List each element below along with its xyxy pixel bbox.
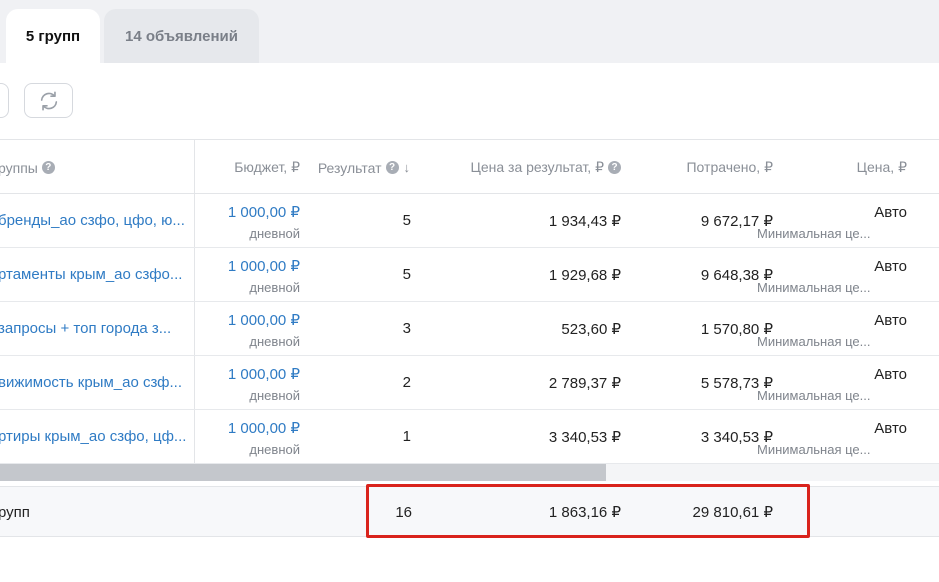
- budget-link[interactable]: 1 000,00 ₽: [228, 311, 300, 329]
- table-row: ртиры крым_ао сзфо, цф... 1 000,00 ₽ дне…: [0, 410, 939, 464]
- cost-per-result-value: 523,60 ₽: [561, 320, 621, 338]
- header-result[interactable]: Результат ? ↓: [318, 140, 410, 195]
- table-row: ртаменты крым_ао сзфо... 1 000,00 ₽ днев…: [0, 248, 939, 302]
- result-value: 3: [402, 320, 411, 337]
- table-row: вижимость крым_ао сзф... 1 000,00 ₽ днев…: [0, 356, 939, 410]
- table-header: руппы ? Бюджет, ₽ Результат ? ↓ Цена за …: [0, 139, 939, 194]
- header-name[interactable]: руппы ?: [0, 140, 55, 195]
- bid-value: Авто: [874, 366, 907, 383]
- bid-value: Авто: [874, 420, 907, 437]
- sort-down-icon[interactable]: ↓: [404, 160, 411, 175]
- tab-groups[interactable]: 5 групп: [6, 9, 100, 63]
- horizontal-scrollbar[interactable]: [0, 464, 939, 481]
- tab-ads[interactable]: 14 объявлений: [104, 9, 259, 63]
- tabs-bar: 5 групп 14 объявлений: [0, 0, 939, 63]
- budget-link[interactable]: 1 000,00 ₽: [228, 203, 300, 221]
- bid-value: Авто: [874, 258, 907, 275]
- group-name-link[interactable]: бренды_ао сзфо, цфо, ю...: [0, 194, 188, 247]
- budget-link[interactable]: 1 000,00 ₽: [228, 419, 300, 437]
- bid-note: Минимальная це...: [757, 388, 871, 403]
- cost-per-result-value: 3 340,53 ₽: [548, 428, 621, 446]
- bid-note: Минимальная це...: [757, 442, 871, 457]
- help-icon[interactable]: ?: [385, 161, 399, 174]
- bid-value: Авто: [874, 312, 907, 329]
- bid-note: Минимальная це...: [757, 226, 871, 241]
- budget-period: дневной: [249, 442, 300, 457]
- header-bid[interactable]: Цена, ₽: [857, 140, 907, 195]
- result-value: 5: [402, 266, 411, 283]
- totals-label: рупп: [0, 503, 30, 521]
- budget-period: дневной: [249, 334, 300, 349]
- refresh-button[interactable]: [24, 83, 73, 118]
- scrollbar-thumb[interactable]: [0, 464, 606, 481]
- result-value: 5: [402, 212, 411, 229]
- bid-value: Авто: [874, 204, 907, 221]
- group-name-link[interactable]: ртаменты крым_ао сзфо...: [0, 248, 188, 301]
- result-value: 2: [402, 374, 411, 391]
- help-icon[interactable]: ?: [608, 161, 621, 174]
- group-name-link[interactable]: запросы + топ города з...: [0, 302, 188, 355]
- cost-per-result-value: 1 934,43 ₽: [548, 212, 621, 230]
- budget-link[interactable]: 1 000,00 ₽: [228, 365, 300, 383]
- bid-note: Минимальная це...: [757, 334, 871, 349]
- table-row: бренды_ао сзфо, цфо, ю... 1 000,00 ₽ дне…: [0, 194, 939, 248]
- refresh-icon: [40, 90, 57, 111]
- table-row: запросы + топ города з... 1 000,00 ₽ дне…: [0, 302, 939, 356]
- header-spent[interactable]: Потрачено, ₽: [686, 140, 773, 195]
- budget-period: дневной: [249, 226, 300, 241]
- bid-note: Минимальная це...: [757, 280, 871, 295]
- header-budget[interactable]: Бюджет, ₽: [234, 140, 300, 195]
- header-cost-per-result[interactable]: Цена за результат, ₽ ?: [470, 140, 621, 195]
- help-icon[interactable]: ?: [41, 161, 55, 174]
- highlight-box: [366, 484, 810, 538]
- group-name-link[interactable]: ртиры крым_ао сзфо, цф...: [0, 410, 188, 463]
- cost-per-result-value: 2 789,37 ₽: [548, 374, 621, 392]
- budget-link[interactable]: 1 000,00 ₽: [228, 257, 300, 275]
- cost-per-result-value: 1 929,68 ₽: [548, 266, 621, 284]
- budget-period: дневной: [249, 388, 300, 403]
- budget-period: дневной: [249, 280, 300, 295]
- result-value: 1: [402, 428, 411, 445]
- toolbar-button[interactable]: [0, 83, 9, 118]
- group-name-link[interactable]: вижимость крым_ао сзф...: [0, 356, 188, 409]
